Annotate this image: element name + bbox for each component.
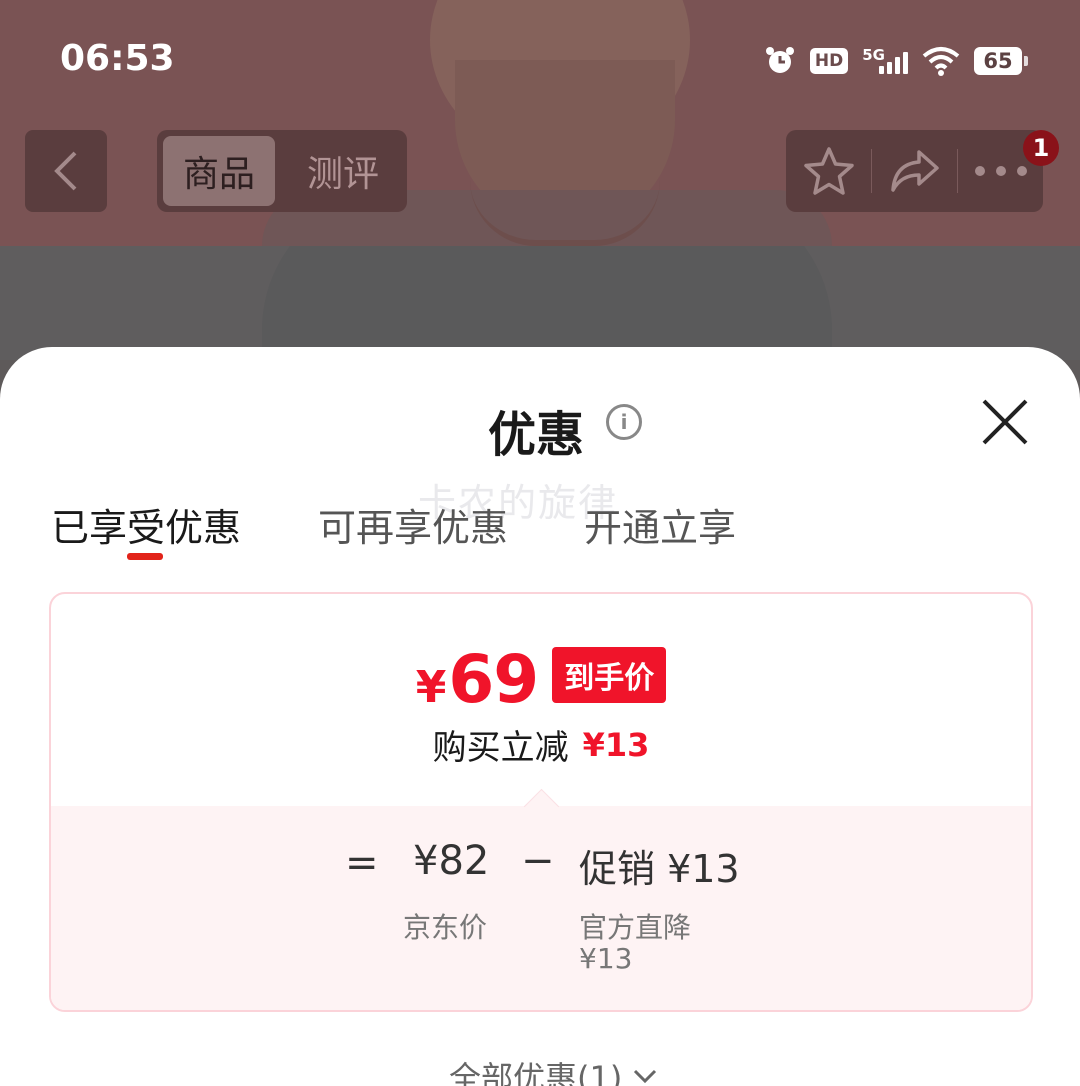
share-button[interactable] [872, 130, 957, 212]
back-button[interactable] [25, 130, 107, 212]
final-price-value: 69 [448, 640, 539, 718]
chevron-left-icon [54, 151, 77, 191]
final-price-tag: 到手价 [552, 647, 667, 703]
wifi-icon [922, 47, 960, 76]
reduce-row: 购买立减 ¥13 [51, 720, 1031, 769]
battery-icon: 65 [974, 47, 1028, 75]
tab-more-offers[interactable]: 可再享优惠 [318, 497, 508, 552]
close-button[interactable] [978, 395, 1032, 449]
share-icon [890, 150, 939, 192]
promo-desc-amount: ¥13 [579, 942, 633, 975]
jd-price-label: 京东价 [403, 911, 488, 944]
sheet-title: 优惠 [488, 407, 585, 463]
close-icon [982, 399, 1028, 445]
all-offers-toggle[interactable]: 全部优惠(1) [449, 1053, 658, 1086]
currency-symbol: ¥ [415, 661, 447, 713]
promo-amount: 促销 ¥13 [579, 847, 740, 891]
active-tab-indicator [127, 553, 163, 560]
tab-enjoyed-offers[interactable]: 已享受优惠 [51, 497, 241, 552]
alarm-icon [765, 47, 794, 73]
tab-product[interactable]: 商品 [163, 136, 275, 206]
star-icon [803, 147, 854, 195]
info-icon[interactable]: i [606, 404, 642, 440]
all-offers-label: 全部优惠(1) [449, 1059, 623, 1086]
status-icons: HD 5G 65 [764, 42, 1028, 80]
price-card: ¥ 69 到手价 购买立减 ¥13 = ¥82 − 促销 ¥13 京东价 官方直… [49, 592, 1033, 1012]
chevron-down-icon [634, 1069, 657, 1084]
product-review-switch: 商品 测评 [157, 130, 407, 212]
more-dots-icon [974, 166, 1027, 176]
tab-review[interactable]: 测评 [287, 136, 399, 206]
notification-badge: 1 [1023, 130, 1059, 166]
status-time: 06:53 [60, 38, 175, 79]
reduce-amount: ¥13 [582, 725, 650, 764]
network-type: 5G [862, 46, 885, 64]
promo-desc: 官方直降 [579, 911, 692, 944]
reduce-label: 购买立减 [432, 728, 569, 768]
equals-sign: = [345, 840, 379, 886]
header-actions [786, 130, 1043, 212]
jd-price: ¥82 [413, 838, 490, 884]
discount-sheet: 优惠 i 卡农的旋律 已享受优惠 可再享优惠 开通立享 ¥ 69 到手价 购买立… [0, 347, 1080, 1086]
hd-icon: HD [809, 48, 849, 74]
final-price-row: ¥ 69 到手价 [51, 641, 1031, 718]
price-breakdown: = ¥82 − 促销 ¥13 京东价 官方直降 ¥13 [51, 806, 1031, 1010]
favorite-button[interactable] [786, 130, 871, 212]
minus-sign: − [521, 838, 555, 884]
tab-open-to-enjoy[interactable]: 开通立享 [584, 497, 736, 552]
final-price: ¥ 69 [415, 640, 539, 718]
